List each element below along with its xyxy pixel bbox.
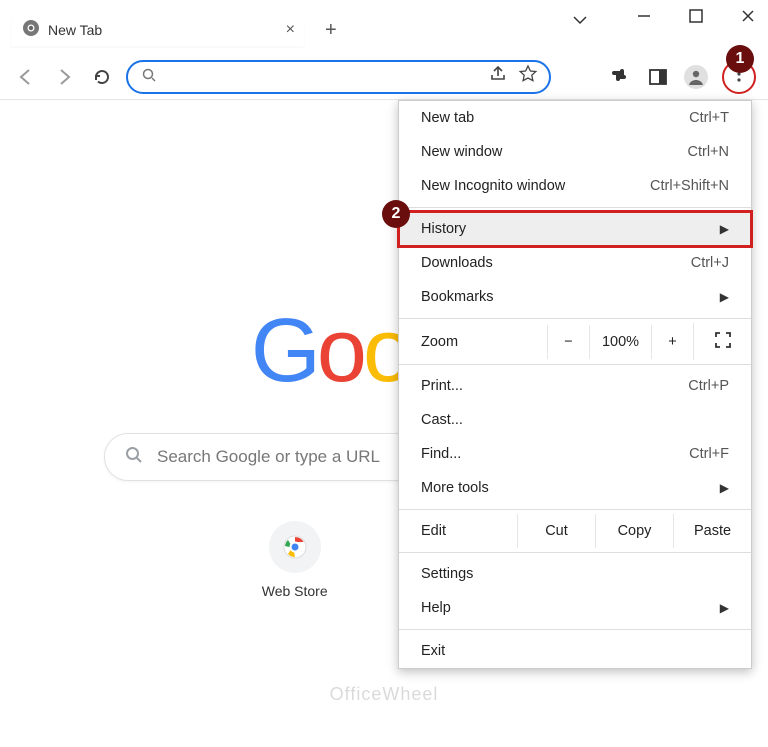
tab-title: New Tab [48, 22, 102, 38]
edit-copy-button[interactable]: Copy [595, 514, 673, 548]
menu-label: New tab [421, 110, 474, 126]
menu-separator [399, 207, 751, 208]
zoom-out-button[interactable]: − [547, 325, 589, 359]
reload-button[interactable] [88, 63, 116, 91]
window-close-button[interactable] [736, 8, 760, 24]
menu-shortcut: Ctrl+P [688, 378, 729, 394]
menu-label: Print... [421, 378, 463, 394]
menu-settings[interactable]: Settings [399, 557, 751, 591]
edit-cut-button[interactable]: Cut [517, 514, 595, 548]
menu-shortcut: Ctrl+N [688, 144, 730, 160]
menu-separator [399, 364, 751, 365]
share-icon[interactable] [489, 65, 507, 88]
search-placeholder: Search Google or type a URL [157, 447, 380, 467]
extensions-button[interactable] [608, 65, 632, 89]
edit-paste-button[interactable]: Paste [673, 514, 751, 548]
menu-new-tab[interactable]: New tab Ctrl+T [399, 101, 751, 135]
webstore-icon [269, 521, 321, 573]
menu-label: History [421, 221, 466, 237]
window-maximize-button[interactable] [684, 9, 708, 23]
submenu-arrow-icon: ▶ [720, 222, 729, 236]
menu-label: Exit [421, 643, 445, 659]
submenu-arrow-icon: ▶ [720, 290, 729, 304]
shortcut-webstore[interactable]: Web Store [262, 521, 328, 599]
menu-label: New window [421, 144, 502, 160]
menu-separator [399, 509, 751, 510]
logo-letter: G [251, 300, 317, 403]
menu-bookmarks[interactable]: Bookmarks ▶ [399, 280, 751, 314]
menu-history[interactable]: History ▶ [399, 212, 751, 246]
nav-forward-button[interactable] [50, 63, 78, 91]
bookmark-star-icon[interactable] [519, 65, 537, 88]
menu-edit: Edit Cut Copy Paste [399, 514, 751, 548]
omnibox-input[interactable] [162, 69, 483, 85]
menu-print[interactable]: Print... Ctrl+P [399, 369, 751, 403]
logo-letter: o [317, 300, 363, 403]
menu-label: Find... [421, 446, 461, 462]
sidepanel-button[interactable] [646, 65, 670, 89]
menu-label: Cast... [421, 412, 463, 428]
window-tab-chevron-icon[interactable] [572, 12, 588, 33]
submenu-arrow-icon: ▶ [720, 481, 729, 495]
menu-zoom: Zoom − 100% + [399, 323, 751, 360]
tab-close-button[interactable]: × [286, 21, 295, 39]
menu-label: Downloads [421, 255, 493, 271]
watermark-text: OfficeWheel [330, 684, 439, 705]
submenu-arrow-icon: ▶ [720, 601, 729, 615]
profile-button[interactable] [684, 65, 708, 89]
menu-new-incognito[interactable]: New Incognito window Ctrl+Shift+N [399, 169, 751, 203]
browser-tab[interactable]: New Tab × [10, 13, 305, 48]
menu-shortcut: Ctrl+Shift+N [650, 178, 729, 194]
zoom-in-button[interactable]: + [651, 325, 693, 359]
menu-downloads[interactable]: Downloads Ctrl+J [399, 246, 751, 280]
menu-separator [399, 318, 751, 319]
toolbar [0, 54, 768, 100]
menu-cast[interactable]: Cast... [399, 403, 751, 437]
menu-label: New Incognito window [421, 178, 565, 194]
annotation-callout-1: 1 [726, 45, 754, 73]
menu-label: Bookmarks [421, 289, 494, 305]
menu-label: More tools [421, 480, 489, 496]
menu-separator [399, 629, 751, 630]
menu-label: Edit [399, 514, 517, 548]
annotation-callout-2: 2 [382, 200, 410, 228]
nav-back-button[interactable] [12, 63, 40, 91]
fullscreen-button[interactable] [693, 323, 751, 360]
menu-shortcut: Ctrl+F [689, 446, 729, 462]
menu-exit[interactable]: Exit [399, 634, 751, 668]
menu-label: Zoom [399, 325, 547, 359]
menu-separator [399, 552, 751, 553]
menu-shortcut: Ctrl+T [689, 110, 729, 126]
search-icon [142, 68, 156, 85]
search-icon [125, 446, 143, 469]
chrome-menu: New tab Ctrl+T New window Ctrl+N New Inc… [398, 100, 752, 669]
menu-help[interactable]: Help ▶ [399, 591, 751, 625]
shortcut-label: Web Store [262, 583, 328, 599]
menu-label: Help [421, 600, 451, 616]
zoom-value: 100% [589, 325, 651, 359]
window-minimize-button[interactable] [632, 8, 656, 24]
chrome-icon [22, 19, 40, 42]
menu-shortcut: Ctrl+J [691, 255, 729, 271]
address-bar[interactable] [126, 60, 551, 94]
new-tab-button[interactable]: + [325, 19, 337, 42]
menu-find[interactable]: Find... Ctrl+F [399, 437, 751, 471]
menu-new-window[interactable]: New window Ctrl+N [399, 135, 751, 169]
menu-more-tools[interactable]: More tools ▶ [399, 471, 751, 505]
menu-label: Settings [421, 566, 473, 582]
